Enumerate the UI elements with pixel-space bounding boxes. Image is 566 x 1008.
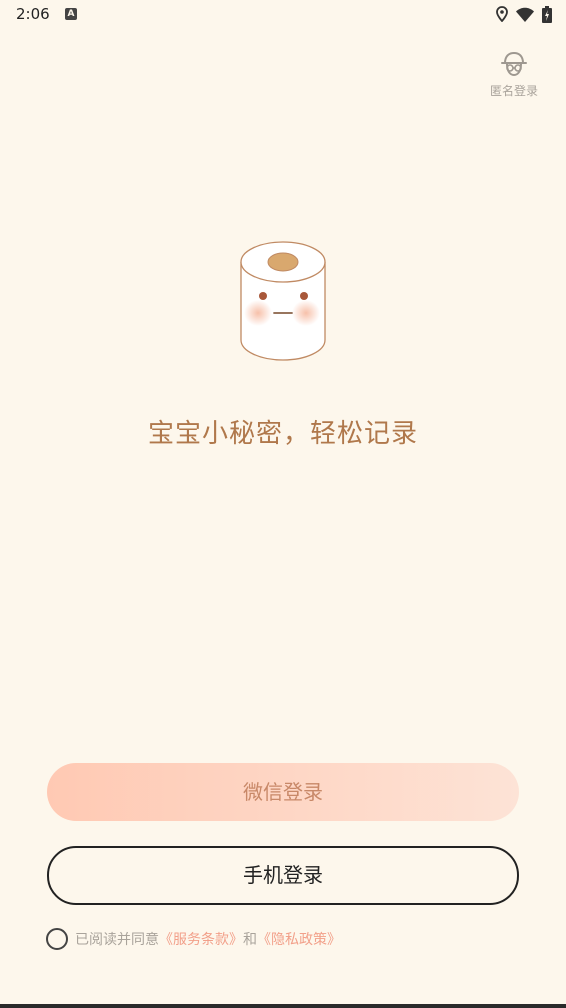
privacy-policy-link[interactable]: 《隐私政策》 [257,929,341,949]
agreement-conjunction: 和 [243,932,257,948]
wifi-icon [516,7,534,22]
notification-icon: A [65,8,77,20]
anonymous-login-button[interactable]: 匿名登录 [484,50,544,99]
location-icon [496,6,508,22]
agreement-prefix: 已阅读并同意 [75,932,159,948]
status-icons [496,5,552,23]
anonymous-login-label: 匿名登录 [489,84,538,98]
slogan: 宝宝小秘密，轻松记录 [147,419,418,449]
wechat-login-button[interactable]: 微信登录 [47,763,519,821]
phone-login-button[interactable]: 手机登录 [47,846,519,905]
tissue-roll-mascot-icon [240,241,326,361]
terms-of-service-link[interactable]: 《服务条款》 [159,929,243,949]
status-bar: 2:06 A [0,0,566,30]
bottom-divider [0,1004,566,1008]
battery-charging-icon [542,5,552,23]
anonymous-user-icon [501,51,527,77]
agreement-checkbox[interactable] [46,928,68,950]
status-time: 2:06 [16,5,50,23]
agreement-row: 已阅读并同意 《服务条款》 和 《隐私政策》 [46,928,341,950]
